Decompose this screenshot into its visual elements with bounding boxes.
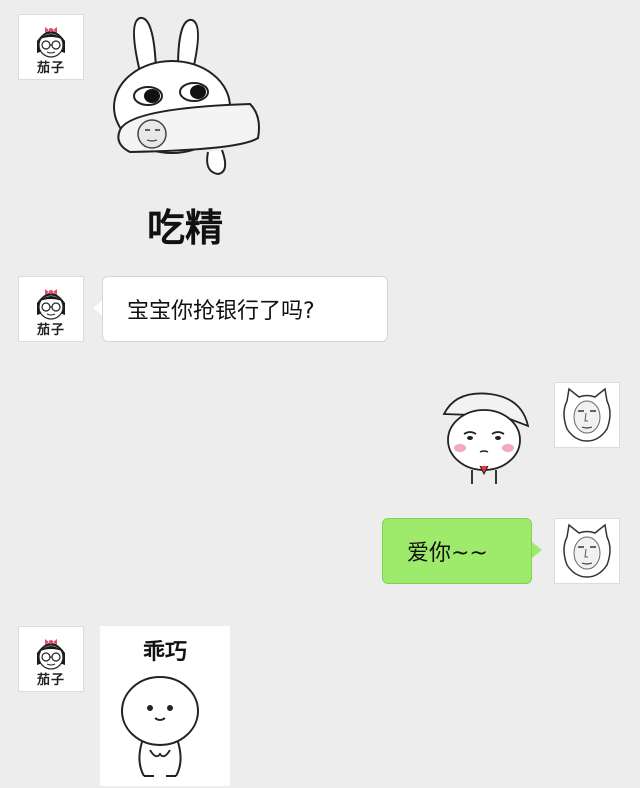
avatar-name-label: 茄子 [36, 673, 65, 688]
friend-avatar[interactable]: 茄子 [18, 626, 84, 692]
chat-area: 茄子 吃精 茄子 宝宝你抢银行了吗? 爱你~~ 茄子 乖巧 [0, 0, 640, 788]
avatar-name-label: 茄子 [36, 61, 65, 76]
bubble-tail [532, 542, 542, 558]
my-avatar[interactable] [554, 382, 620, 448]
cap-character-sticker[interactable] [436, 386, 536, 490]
received-message-bubble[interactable]: 宝宝你抢银行了吗? [102, 276, 388, 342]
rabbit-holding-icon [113, 17, 260, 176]
message-text: 宝宝你抢银行了吗? [127, 299, 315, 324]
sticker-caption: 吃精 [146, 206, 223, 250]
rabbit-sticker[interactable]: 吃精 [100, 12, 270, 250]
sent-message-bubble[interactable]: 爱你~~ [382, 518, 532, 584]
round-blob-character-icon [121, 676, 199, 777]
friend-avatar[interactable]: 茄子 [18, 14, 84, 80]
sticker-caption: 乖巧 [142, 640, 187, 665]
cat-face-avatar-icon [563, 387, 611, 442]
friend-avatar[interactable]: 茄子 [18, 276, 84, 342]
avatar-name-label: 茄子 [36, 323, 65, 338]
my-avatar[interactable] [554, 518, 620, 584]
message-text: 爱你~~ [407, 541, 488, 566]
bashful-cap-character-icon [442, 392, 530, 484]
cat-face-avatar-icon [563, 523, 611, 578]
blob-sticker[interactable]: 乖巧 [100, 626, 230, 786]
